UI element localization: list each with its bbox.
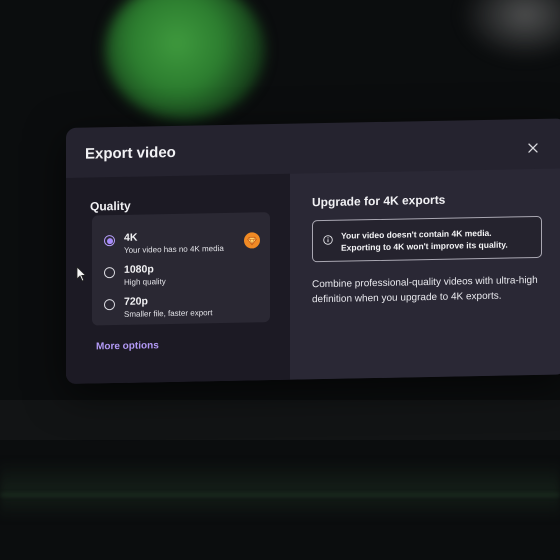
close-button[interactable] — [524, 139, 542, 157]
background-timeline-line — [0, 494, 560, 496]
info-text-line-2: Exporting to 4K won't improve its qualit… — [341, 239, 508, 253]
export-video-dialog: Export video Quality 4K Your video has n… — [66, 118, 560, 385]
background-timeline-blur — [0, 460, 560, 520]
premium-diamond-icon — [244, 232, 260, 249]
quality-option-4k[interactable]: 4K Your video has no 4K media — [92, 226, 270, 259]
option-description: Smaller file, faster export — [124, 308, 213, 319]
mouse-pointer-icon — [76, 266, 86, 282]
background-globe-blur — [105, 0, 265, 120]
quality-option-720p[interactable]: 720p Smaller file, faster export — [92, 290, 270, 323]
radio-unselected-icon[interactable] — [104, 267, 115, 279]
background-strip — [0, 400, 560, 440]
quality-heading: Quality — [90, 198, 131, 214]
option-label: 1080p — [124, 263, 154, 276]
background-light-blur — [460, 0, 560, 60]
quality-options: 4K Your video has no 4K media 1080p High… — [92, 212, 270, 326]
close-icon — [528, 143, 538, 153]
dialog-title: Export video — [85, 143, 176, 163]
info-icon — [323, 235, 333, 245]
upgrade-panel: Upgrade for 4K exports Your video doesn'… — [290, 168, 560, 380]
quality-panel: Quality 4K Your video has no 4K media 10… — [66, 173, 290, 384]
option-description: Your video has no 4K media — [124, 243, 224, 255]
info-notice: Your video doesn't contain 4K media. Exp… — [312, 215, 542, 263]
upgrade-heading: Upgrade for 4K exports — [312, 192, 446, 210]
radio-selected-icon[interactable] — [104, 235, 115, 247]
radio-unselected-icon[interactable] — [104, 299, 115, 311]
quality-option-1080p[interactable]: 1080p High quality — [92, 258, 270, 291]
info-text-line-1: Your video doesn't contain 4K media. — [341, 227, 492, 241]
option-label: 720p — [124, 295, 148, 308]
option-label: 4K — [124, 231, 138, 244]
upgrade-promo-text: Combine professional-quality videos with… — [312, 274, 538, 306]
more-options-link[interactable]: More options — [96, 340, 159, 352]
option-description: High quality — [124, 277, 166, 287]
